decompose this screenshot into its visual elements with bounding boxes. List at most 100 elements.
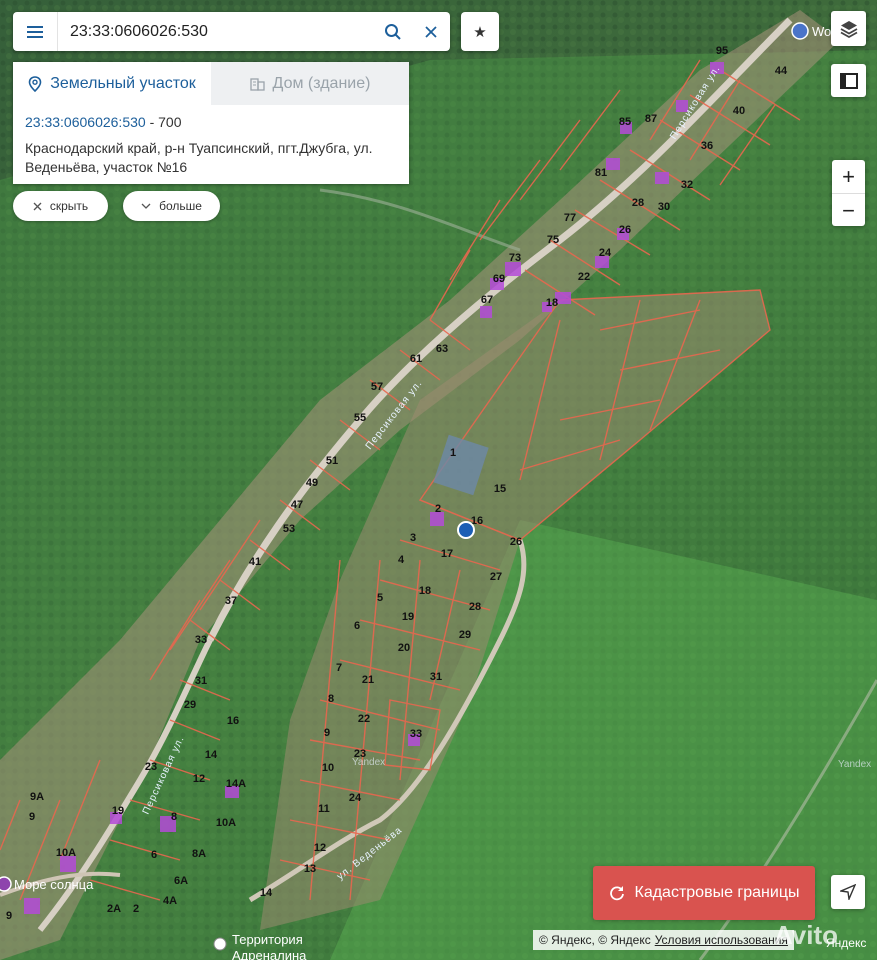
more-button[interactable]: больше [123,191,220,221]
poi-top-right-icon[interactable] [791,22,809,40]
plot-label[interactable]: 47 [291,499,303,511]
plot-label[interactable]: 6 [151,849,157,861]
plot-label[interactable]: 24 [599,247,612,259]
plot-label[interactable]: 10А [56,847,76,859]
poi-icon[interactable] [0,876,12,892]
plot-label[interactable]: 8 [328,693,334,705]
plot-label[interactable]: 12 [193,773,205,785]
cadastral-number-link[interactable]: 23:33:0606026:530 [25,114,146,130]
plot-label[interactable]: 61 [410,353,422,365]
plot-label[interactable]: 19 [402,611,414,623]
plot-label[interactable]: 11 [318,803,330,815]
tab-land-plot[interactable]: Земельный участок [13,62,211,105]
menu-button[interactable] [13,12,58,51]
terms-link[interactable]: Условия использования [655,933,788,947]
plot-label[interactable]: 10А [216,817,236,829]
plot-label[interactable]: 77 [564,212,576,224]
plot-label[interactable]: 73 [509,252,521,264]
poi-label-adrenalin-2[interactable]: Адреналина [232,948,307,960]
plot-label[interactable]: 22 [578,271,590,283]
plot-label[interactable]: 1 [450,447,456,459]
plot-label[interactable]: 26 [619,224,631,236]
plot-label[interactable]: 31 [195,675,207,687]
plot-label[interactable]: 44 [775,65,788,77]
plot-label[interactable]: 9 [6,910,12,922]
plot-label[interactable]: 81 [595,167,607,179]
plot-label[interactable]: 18 [419,585,431,597]
plot-label[interactable]: 67 [481,294,493,306]
layers-button[interactable] [831,11,866,46]
plot-label[interactable]: 23 [145,761,157,773]
plot-label[interactable]: 69 [493,273,505,285]
plot-label[interactable]: 23 [354,748,366,760]
location-marker[interactable] [457,521,475,539]
plot-label[interactable]: 4 [398,554,405,566]
plot-label[interactable]: 7 [336,662,342,674]
poi-top-right-label[interactable]: Wo [812,24,831,39]
plot-label[interactable]: 36 [701,140,713,152]
favorite-button[interactable]: ★ [461,12,499,51]
plot-label[interactable]: 5 [377,592,383,604]
plot-label[interactable]: 18 [546,297,558,309]
plot-label[interactable]: 24 [349,792,362,804]
plot-label[interactable]: 32 [681,179,693,191]
plot-label[interactable]: 29 [459,629,471,641]
plot-label[interactable]: 85 [619,116,631,128]
plot-label[interactable]: 33 [410,728,422,740]
poi-label-adrenalin-1[interactable]: Территория [232,932,303,947]
poi-pin-icon[interactable] [213,937,227,951]
search-input[interactable] [58,12,374,51]
plot-label[interactable]: 55 [354,412,366,424]
plot-label[interactable]: 33 [195,634,207,646]
plot-label[interactable]: 31 [430,671,442,683]
plot-label[interactable]: 14 [205,749,218,761]
plot-label[interactable]: 21 [362,674,374,686]
hide-button[interactable]: скрыть [13,191,108,221]
geolocation-button[interactable] [831,875,865,909]
plot-label[interactable]: 17 [441,548,453,560]
plot-label[interactable]: 6 [354,620,360,632]
plot-label[interactable]: 53 [283,523,295,535]
plot-label[interactable]: 20 [398,642,410,654]
plot-label[interactable]: 26 [510,536,522,548]
plot-label[interactable]: 49 [306,477,318,489]
plot-label[interactable]: 9А [30,791,44,803]
plot-label[interactable]: 19 [112,805,124,817]
plot-label[interactable]: 8 [171,811,177,823]
plot-label[interactable]: 9 [324,727,330,739]
plot-label[interactable]: 4А [163,895,177,907]
plot-label[interactable]: 9 [29,811,35,823]
plot-label[interactable]: 15 [494,483,506,495]
plot-label[interactable]: 22 [358,713,370,725]
plot-label[interactable]: 51 [326,455,338,467]
plot-label[interactable]: 8А [192,848,206,860]
clear-button[interactable] [412,12,450,51]
plot-label[interactable]: 6А [174,875,188,887]
plot-label[interactable]: 13 [304,863,316,875]
plot-label[interactable]: 10 [322,762,334,774]
plot-label[interactable]: 2А [107,903,121,915]
plot-label[interactable]: 27 [490,571,502,583]
plot-label[interactable]: 63 [436,343,448,355]
plot-label[interactable]: 16 [227,715,239,727]
plot-label[interactable]: 12 [314,842,326,854]
plot-label[interactable]: 87 [645,113,657,125]
plot-label[interactable]: 41 [249,556,261,568]
plot-label[interactable]: 3 [410,532,416,544]
poi-label-more-solntsa[interactable]: Море солнца [14,877,94,892]
map-style-button[interactable] [831,64,866,97]
plot-label[interactable]: 14 [260,887,273,899]
cadastral-borders-button[interactable]: Кадастровые границы [593,866,815,920]
plot-label[interactable]: 2 [435,503,441,515]
zoom-out-button[interactable]: − [832,193,865,227]
plot-label[interactable]: 28 [632,197,644,209]
plot-label[interactable]: 14А [226,778,246,790]
plot-label[interactable]: 95 [716,45,728,57]
plot-label[interactable]: 40 [733,105,745,117]
plot-label[interactable]: 30 [658,201,670,213]
plot-label[interactable]: 75 [547,234,559,246]
plot-label[interactable]: 28 [469,601,481,613]
plot-label[interactable]: 29 [184,699,196,711]
plot-label[interactable]: 57 [371,381,383,393]
zoom-in-button[interactable]: + [832,160,865,193]
